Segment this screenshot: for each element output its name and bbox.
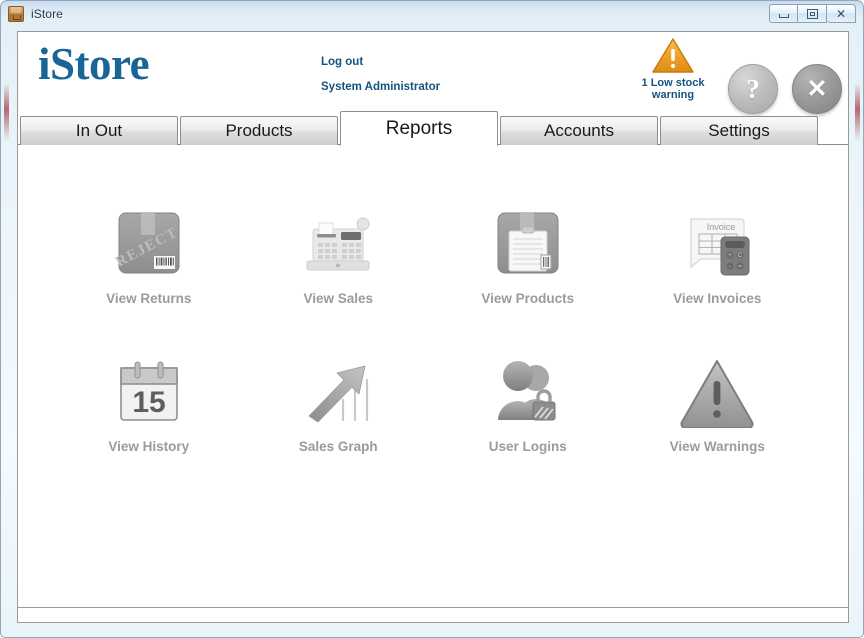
maximize-button[interactable] [798, 4, 827, 23]
report-item-view-invoices[interactable]: Invoice + C - = View Invoices [623, 203, 813, 351]
users-lock-icon [487, 351, 569, 433]
logout-link[interactable]: Log out [321, 56, 440, 69]
report-item-view-warnings[interactable]: View Warnings [623, 351, 813, 499]
tab-products[interactable]: Products [180, 116, 338, 145]
report-label: View Sales [303, 291, 374, 306]
report-label: View Returns [106, 291, 192, 306]
report-item-view-products[interactable]: View Products [433, 203, 623, 351]
box-icon [8, 5, 24, 22]
report-item-view-history[interactable]: 15 View History [54, 351, 244, 499]
svg-text:=: = [738, 264, 742, 270]
low-stock-warning[interactable]: 1 Low stock warning [633, 37, 713, 101]
tab-bar: In Out Products Reports Accounts Setting… [18, 111, 848, 146]
tab-settings[interactable]: Settings [660, 116, 818, 145]
svg-text:+: + [728, 253, 732, 259]
report-label: Sales Graph [298, 439, 378, 454]
warning-triangle-gray-icon [676, 351, 758, 433]
close-x-icon: ✕ [806, 74, 828, 103]
warning-triangle-icon [652, 38, 694, 73]
help-button[interactable]: ? [728, 64, 778, 114]
tab-in-out[interactable]: In Out [20, 116, 178, 145]
reports-grid: REJECT View Returns View Sales View Prod… [18, 145, 848, 499]
low-stock-warning-label: 1 Low stock warning [641, 77, 705, 101]
calendar-day-number: 15 [132, 386, 165, 419]
report-item-user-logins[interactable]: User Logins [433, 351, 623, 499]
window-controls: ✕ [769, 4, 856, 23]
report-label: View Products [481, 291, 575, 306]
brand-logo: iStore [38, 39, 150, 89]
reports-panel: REJECT View Returns View Sales View Prod… [18, 145, 848, 622]
title-bar: iStore ✕ [1, 1, 863, 26]
minimize-button[interactable] [769, 4, 798, 23]
session-info: Log out System Administrator [321, 56, 441, 93]
window-title: iStore [31, 6, 63, 21]
report-label: View Warnings [669, 439, 765, 454]
close-icon: ✕ [835, 6, 847, 21]
minimize-icon [778, 14, 789, 18]
svg-text:C: C [738, 253, 743, 259]
window-edge-accent-right [855, 83, 860, 141]
close-app-button[interactable]: ✕ [792, 64, 842, 114]
app-header: iStore Log out System Administrator 1 Lo… [18, 32, 848, 114]
cash-register-icon [297, 203, 379, 285]
status-strip [18, 607, 848, 622]
report-item-sales-graph[interactable]: Sales Graph [244, 351, 434, 499]
growth-arrow-icon [297, 351, 379, 433]
window-edge-accent-left [4, 83, 9, 141]
question-mark-icon: ? [746, 73, 760, 104]
tab-accounts[interactable]: Accounts [500, 116, 658, 145]
report-label: View History [108, 439, 190, 454]
maximize-icon [806, 8, 818, 19]
tab-reports[interactable]: Reports [340, 111, 498, 146]
svg-text:-: - [729, 264, 731, 270]
calendar-icon: 15 [108, 351, 190, 433]
report-item-view-returns[interactable]: REJECT View Returns [54, 203, 244, 351]
clipboard-box-icon [487, 203, 569, 285]
report-label: View Invoices [673, 291, 762, 306]
report-label: User Logins [488, 439, 567, 454]
client-area: iStore Log out System Administrator 1 Lo… [17, 31, 849, 623]
reject-box-icon: REJECT [108, 203, 190, 285]
report-item-view-sales[interactable]: View Sales [244, 203, 434, 351]
application-window: iStore ✕ iStore Log out System Administr… [0, 0, 864, 638]
current-user-label: System Administrator [321, 80, 441, 93]
close-window-button[interactable]: ✕ [827, 4, 856, 23]
invoice-caption: Invoice [707, 222, 736, 232]
invoice-calculator-icon: Invoice + C - = [676, 203, 758, 285]
